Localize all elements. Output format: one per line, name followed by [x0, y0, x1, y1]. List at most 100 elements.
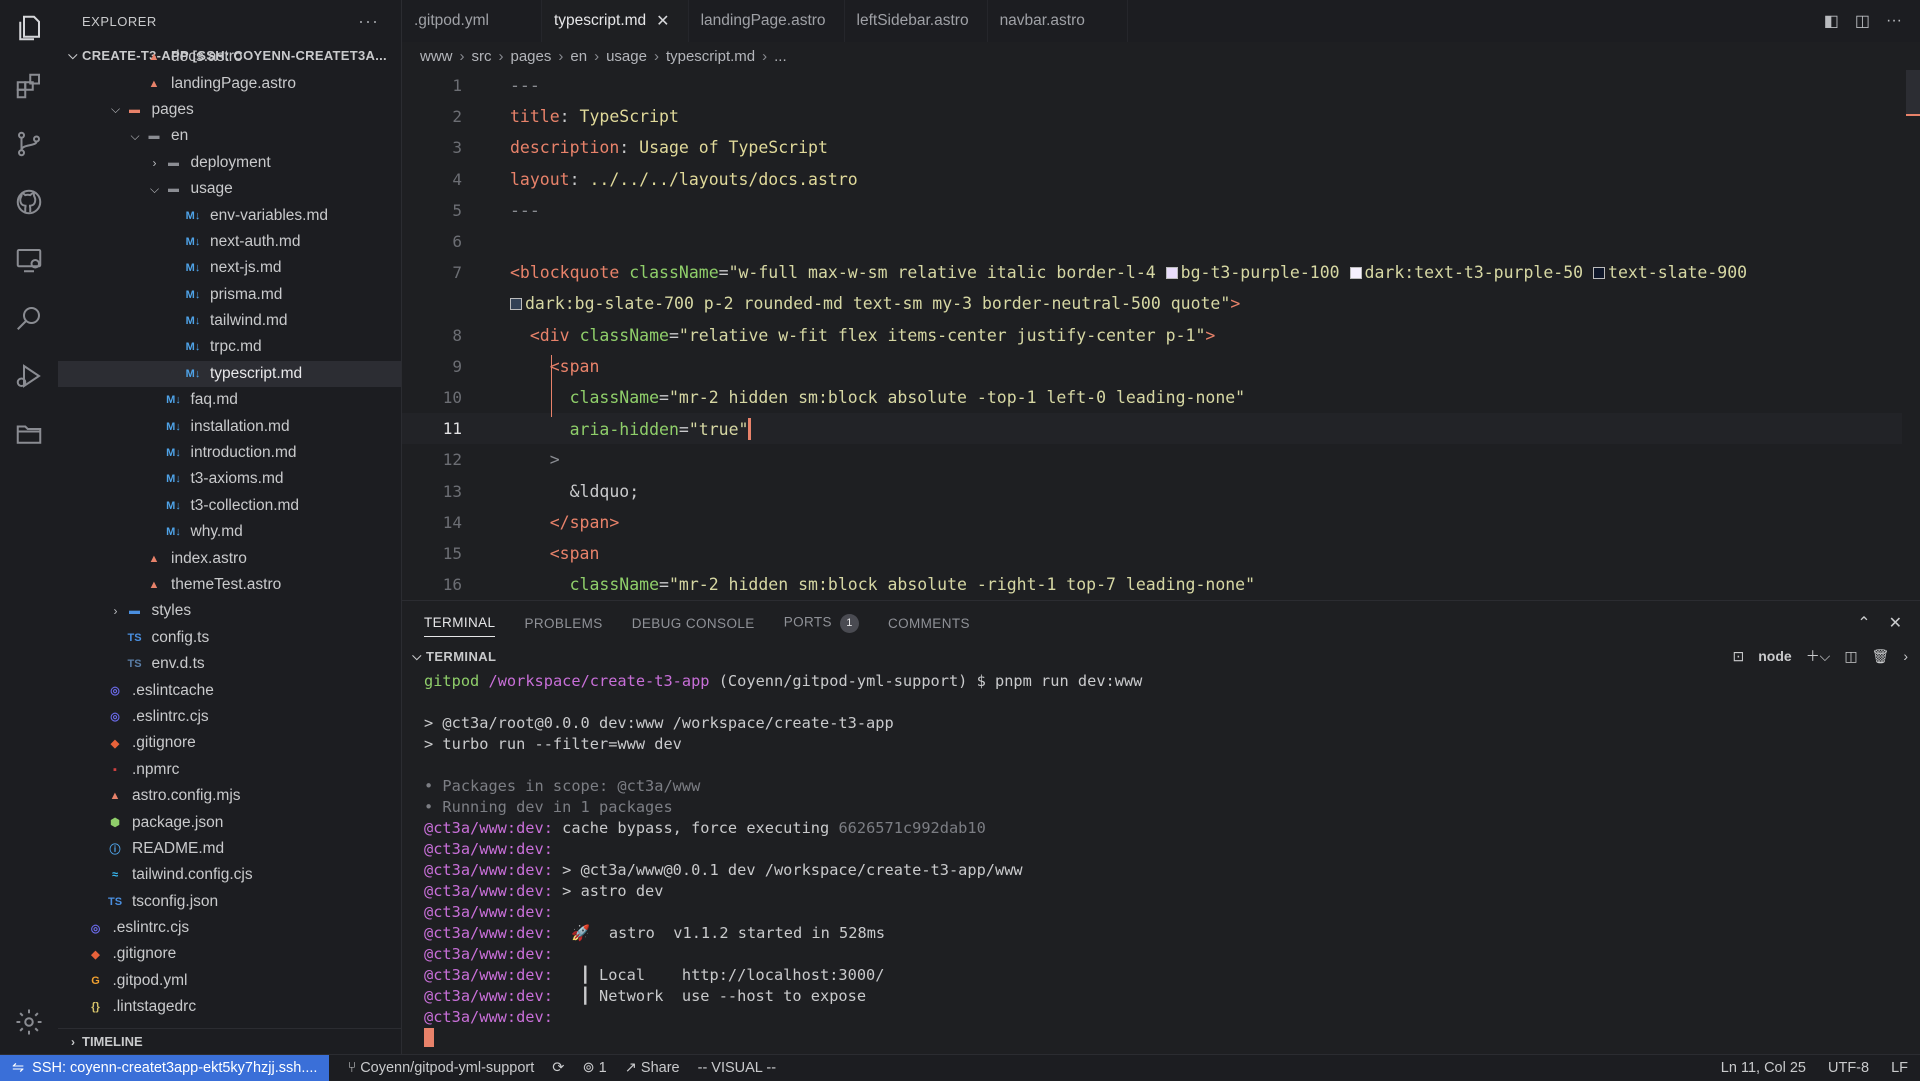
extensions-icon[interactable]: [0, 60, 58, 112]
panel-tab[interactable]: COMMENTS: [888, 616, 970, 631]
code-line[interactable]: 5 ---: [402, 195, 1902, 226]
minimap-slider[interactable]: [1906, 70, 1920, 114]
code-line[interactable]: 15 <span: [402, 538, 1902, 569]
breadcrumb-item[interactable]: en: [570, 48, 587, 65]
file-tree-item[interactable]: M↓ why.md: [58, 519, 401, 545]
file-tree-item[interactable]: G .gitpod.yml: [58, 968, 401, 994]
code-line[interactable]: 7 <blockquote className="w-full max-w-sm …: [402, 257, 1902, 288]
breadcrumb-item[interactable]: typescript.md: [666, 48, 755, 65]
editor-tab[interactable]: .gitpod.yml: [402, 0, 542, 42]
settings-gear-icon[interactable]: [0, 996, 58, 1048]
terminal-shell-name[interactable]: node: [1758, 648, 1791, 664]
file-tree-item[interactable]: M↓ next-auth.md: [58, 229, 401, 255]
file-tree-item[interactable]: M↓ introduction.md: [58, 440, 401, 466]
panel-tab[interactable]: PROBLEMS: [524, 616, 602, 631]
editor-tab[interactable]: typescript.md ✕: [542, 0, 689, 42]
code-line[interactable]: 16 className="mr-2 hidden sm:block absol…: [402, 569, 1902, 600]
end-of-line[interactable]: LF: [1891, 1060, 1908, 1076]
source-control-icon[interactable]: [0, 118, 58, 170]
explorer-icon[interactable]: [0, 2, 58, 54]
file-tree-item[interactable]: ⌵ ▬ usage: [58, 176, 401, 202]
file-tree-item[interactable]: M↓ typescript.md: [58, 360, 401, 388]
file-tree-item[interactable]: M↓ faq.md: [58, 387, 401, 413]
more-actions-icon[interactable]: ···: [358, 11, 379, 32]
breadcrumb-item[interactable]: pages: [511, 48, 552, 65]
code-line[interactable]: 13 &ldquo;: [402, 476, 1902, 507]
file-tree-item[interactable]: M↓ prisma.md: [58, 282, 401, 308]
breadcrumb-item[interactable]: ...: [774, 48, 787, 65]
code-line[interactable]: 3 description: Usage of TypeScript: [402, 132, 1902, 163]
code-line[interactable]: 8 <div className="relative w-fit flex it…: [402, 320, 1902, 351]
run-debug-icon[interactable]: [0, 350, 58, 402]
editor-tab[interactable]: navbar.astro: [988, 0, 1128, 42]
file-tree-item[interactable]: ⬢ package.json: [58, 809, 401, 835]
breadcrumb-item[interactable]: www: [420, 48, 453, 65]
ports-indicator[interactable]: ⊚ 1: [582, 1060, 606, 1076]
file-tree-item[interactable]: M↓ env-variables.md: [58, 202, 401, 228]
github-icon[interactable]: [0, 176, 58, 228]
code-line[interactable]: 2 title: TypeScript: [402, 101, 1902, 132]
code-line[interactable]: 1 ---: [402, 70, 1902, 101]
file-tree-item[interactable]: ▲ landingPage.astro: [58, 70, 401, 96]
code-line[interactable]: 11 aria-hidden="true": [402, 413, 1902, 445]
panel-tab[interactable]: DEBUG CONSOLE: [632, 616, 755, 631]
panel-tab[interactable]: TERMINAL: [424, 615, 496, 637]
file-tree-item[interactable]: ▪ .npmrc: [58, 757, 401, 783]
code-line[interactable]: 9 <span: [402, 351, 1902, 382]
breadcrumb-item[interactable]: usage: [606, 48, 647, 65]
maximize-panel-icon[interactable]: ⌃: [1857, 613, 1870, 633]
file-tree-item[interactable]: M↓ t3-collection.md: [58, 493, 401, 519]
close-tab-icon[interactable]: ✕: [656, 11, 669, 31]
file-tree-item[interactable]: ◎ .eslintcache: [58, 677, 401, 703]
remote-indicator[interactable]: ⇋ SSH: coyenn-createt3app-ekt5ky7hzjj.ss…: [0, 1054, 330, 1081]
share-indicator[interactable]: ↗ Share: [625, 1060, 680, 1076]
file-tree-item[interactable]: ◆ .gitignore: [58, 941, 401, 967]
terminal-section-header[interactable]: ⌵ TERMINAL: [402, 645, 1920, 667]
file-tree-item[interactable]: ⓘ README.md: [58, 836, 401, 862]
remote-explorer-icon[interactable]: [0, 234, 58, 286]
file-tree-item[interactable]: › ▬ deployment: [58, 150, 401, 176]
breadcrumb-item[interactable]: src: [472, 48, 492, 65]
split-editor-icon[interactable]: ◫: [1855, 11, 1870, 31]
file-tree-item[interactable]: M↓ t3-axioms.md: [58, 466, 401, 492]
close-panel-icon[interactable]: ✕: [1889, 613, 1902, 633]
file-tree-item[interactable]: ⌵ ▬ en: [58, 123, 401, 149]
file-tree-item[interactable]: M↓ trpc.md: [58, 334, 401, 360]
more-editor-actions-icon[interactable]: ···: [1886, 12, 1902, 30]
file-tree-item[interactable]: ≈ tailwind.config.cjs: [58, 862, 401, 888]
file-tree-item[interactable]: ⌵ ▬ pages: [58, 97, 401, 123]
toggle-sidebar-icon[interactable]: ◧: [1824, 11, 1839, 31]
timeline-section[interactable]: › TIMELINE: [58, 1028, 401, 1054]
panel-tab[interactable]: PORTS 1: [784, 613, 859, 633]
kill-terminal-icon[interactable]: 🗑: [1872, 648, 1890, 665]
code-editor[interactable]: 1 --- 2 title: TypeScript 3 description: Usag…: [402, 70, 1920, 600]
file-tree-item[interactable]: M↓ next-js.md: [58, 255, 401, 281]
branch-indicator[interactable]: ⑂ Coyenn/gitpod-yml-support: [347, 1060, 534, 1076]
file-tree-item[interactable]: ◎ .eslintrc.cjs: [58, 915, 401, 941]
editor-tab[interactable]: leftSidebar.astro: [845, 0, 988, 42]
file-tree-item[interactable]: › ▬ styles: [58, 598, 401, 624]
code-line[interactable]: 6: [402, 226, 1902, 257]
file-tree-item[interactable]: TS config.ts: [58, 625, 401, 651]
encoding[interactable]: UTF-8: [1828, 1060, 1869, 1076]
file-tree-item[interactable]: TS tsconfig.json: [58, 889, 401, 915]
folder-icon[interactable]: [0, 408, 58, 460]
code-line[interactable]: 10 className="mr-2 hidden sm:block absol…: [402, 382, 1902, 413]
cursor-position[interactable]: Ln 11, Col 25: [1721, 1060, 1806, 1076]
chevron-right-icon[interactable]: ›: [1903, 648, 1908, 664]
sync-icon[interactable]: ⟳: [552, 1060, 564, 1076]
file-tree-item[interactable]: ◎ .eslintrc.cjs: [58, 704, 401, 730]
code-line[interactable]: 12 >: [402, 444, 1902, 475]
code-line[interactable]: 14 </span>: [402, 507, 1902, 538]
file-tree-item[interactable]: ▲ index.astro: [58, 545, 401, 571]
file-tree-item[interactable]: TS env.d.ts: [58, 651, 401, 677]
file-tree-item[interactable]: ◆ .gitignore: [58, 730, 401, 756]
split-terminal-icon[interactable]: ◫: [1844, 648, 1857, 665]
file-tree-item[interactable]: M↓ tailwind.md: [58, 308, 401, 334]
file-tree-item[interactable]: ▲ themeTest.astro: [58, 572, 401, 598]
code-line[interactable]: 4 layout: ../../../layouts/docs.astro: [402, 164, 1902, 195]
file-tree-item[interactable]: {} .lintstagedrc: [58, 994, 401, 1020]
new-terminal-icon[interactable]: ＋⌵: [1806, 646, 1831, 666]
file-tree-item[interactable]: ▲ astro.config.mjs: [58, 783, 401, 809]
editor-tab[interactable]: landingPage.astro: [689, 0, 845, 42]
